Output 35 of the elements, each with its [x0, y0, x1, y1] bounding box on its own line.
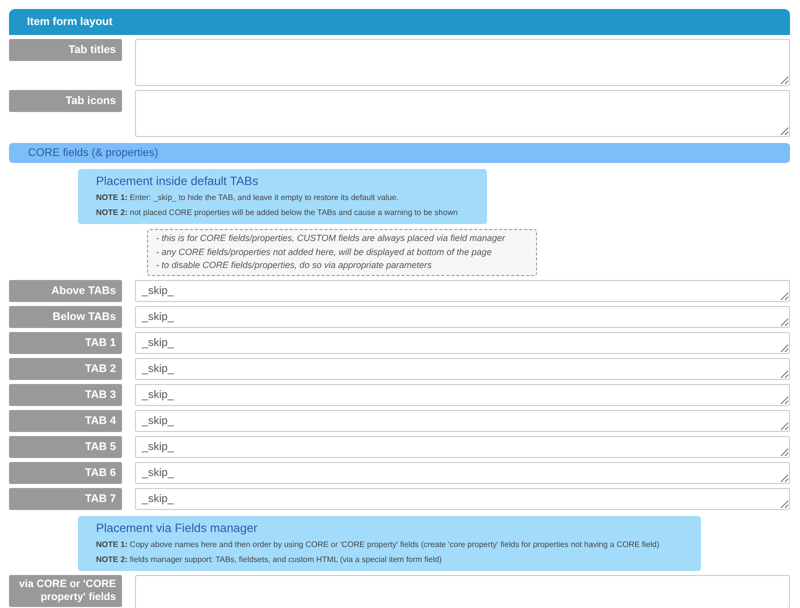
- panel-header: Item form layout: [9, 9, 790, 35]
- field-label: Tab titles: [9, 39, 122, 61]
- text-area[interactable]: [135, 90, 790, 137]
- info-title: Placement inside default TABs: [96, 173, 260, 190]
- text-area[interactable]: _skip_: [135, 332, 790, 354]
- hint-text: - to disable CORE fields/properties, do so via appropriate parameters: [156, 259, 433, 272]
- text-area[interactable]: _skip_: [135, 410, 790, 432]
- field-label: TAB 1: [9, 332, 122, 354]
- field-label: TAB 5: [9, 436, 122, 458]
- text-area[interactable]: _skip_: [135, 436, 790, 458]
- field-label: TAB 2: [9, 358, 122, 380]
- field-label: Tab icons: [9, 90, 122, 112]
- field-label: via CORE or 'CORE property' fields: [9, 574, 122, 606]
- field-label: TAB 3: [9, 384, 122, 406]
- field-label: TAB 6: [9, 462, 122, 484]
- field-label: TAB 7: [9, 488, 122, 510]
- note-text: NOTE 1: Copy above names here and then order by using CORE or 'CORE property' fields (create 'core property' fields for properties not having a CORE field): [96, 538, 660, 551]
- field-label: Above TABs: [9, 280, 122, 302]
- text-area[interactable]: _skip_: [135, 358, 790, 380]
- text-area[interactable]: _skip_: [135, 306, 790, 328]
- text-area[interactable]: [135, 39, 790, 86]
- text-area[interactable]: [135, 574, 790, 608]
- section-header: CORE fields (& properties): [9, 143, 790, 163]
- text-area[interactable]: _skip_: [135, 280, 790, 302]
- note-text: NOTE 2: fields manager support: TABs, fieldsets, and custom HTML (via a special item form field): [96, 554, 442, 566]
- field-label: TAB 4: [9, 410, 122, 432]
- text-area[interactable]: _skip_: [135, 462, 790, 484]
- hint-text: - any CORE fields/properties not added here, will be displayed at bottom of the page: [156, 246, 493, 259]
- hint-text: - this is for CORE fields/properties, CUSTOM fields are always placed via field manager: [156, 232, 506, 245]
- info-title: Placement via Fields manager: [96, 520, 258, 536]
- note-text: NOTE 2: not placed CORE properties will be added below the TABs and cause a warning to be shown: [96, 207, 458, 219]
- field-label: Below TABs: [9, 306, 122, 328]
- text-area[interactable]: _skip_: [135, 384, 790, 406]
- note-text: NOTE 1: Enter: _skip_ to hide the TAB, and leave it empty to restore its default value.: [96, 192, 399, 204]
- text-area[interactable]: _skip_: [135, 488, 790, 510]
